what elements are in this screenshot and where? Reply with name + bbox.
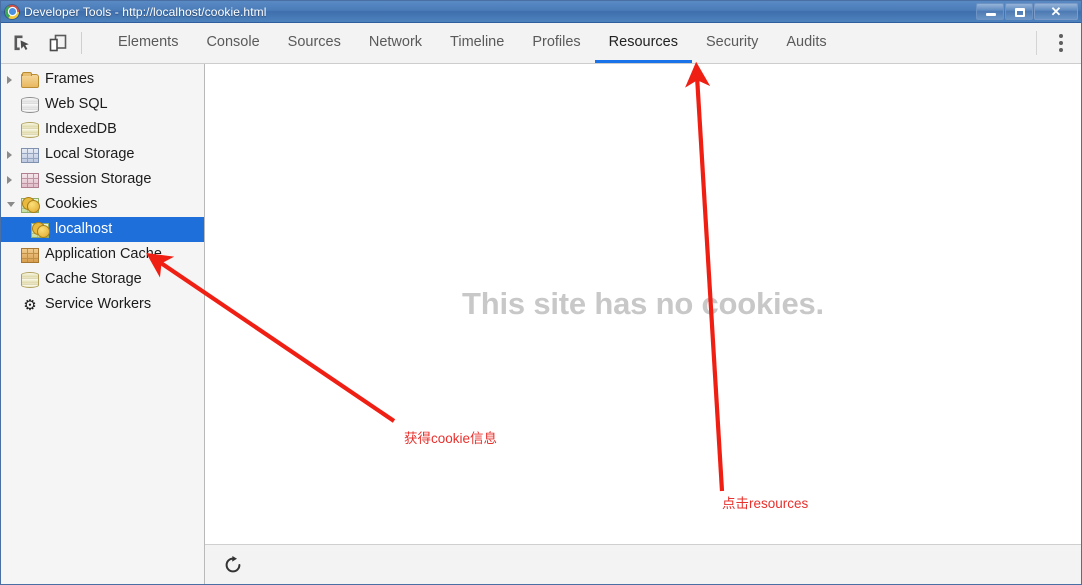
sidebar-item-label: Application Cache — [45, 246, 162, 263]
chrome-logo-icon — [5, 4, 19, 19]
inspect-element-icon — [14, 35, 29, 51]
sidebar-item-localhost[interactable]: localhost — [1, 217, 204, 242]
inspect-element-button[interactable] — [9, 30, 35, 56]
sidebar-item-application-cache[interactable]: Application Cache — [1, 242, 204, 267]
tab-audits[interactable]: Audits — [772, 23, 840, 63]
more-options-button[interactable] — [1051, 30, 1071, 56]
close-button[interactable]: ✕ — [1034, 3, 1078, 20]
toolbar-divider — [81, 32, 82, 54]
refresh-icon — [225, 555, 241, 572]
devtools-tab-strip: Elements Console Sources Network Timelin… — [1, 23, 1081, 64]
annotation-label-resources: 点击resources — [722, 496, 809, 511]
kebab-dot — [1059, 48, 1063, 52]
resource-content-panel: This site has no cookies. — [205, 64, 1081, 584]
folder-icon — [21, 71, 39, 88]
panel-status-bar — [205, 544, 1081, 584]
sidebar-item-label: Cache Storage — [45, 271, 142, 288]
empty-state-view: This site has no cookies. — [205, 64, 1081, 544]
window-controls: ✕ — [976, 3, 1078, 20]
collapse-arrow-icon[interactable] — [7, 202, 21, 207]
sidebar-item-label: Web SQL — [45, 96, 108, 113]
sidebar-item-cache-storage[interactable]: Cache Storage — [1, 267, 204, 292]
maximize-icon — [1015, 8, 1025, 17]
expand-arrow-icon[interactable] — [7, 76, 21, 84]
sidebar-item-label: Session Storage — [45, 171, 152, 188]
tab-elements[interactable]: Elements — [104, 23, 192, 63]
toggle-device-toolbar-button[interactable] — [45, 30, 71, 56]
table-pink-icon — [21, 173, 39, 188]
sidebar-item-label: Cookies — [45, 196, 98, 213]
close-icon: ✕ — [1050, 4, 1062, 19]
tab-security[interactable]: Security — [692, 23, 772, 63]
tab-list: Elements Console Sources Network Timelin… — [104, 23, 1036, 63]
tab-profiles[interactable]: Profiles — [518, 23, 594, 63]
minimize-icon — [986, 13, 996, 16]
kebab-dot — [1059, 41, 1063, 45]
empty-state-message: This site has no cookies. — [462, 286, 824, 321]
resource-tree-sidebar: Frames Web SQL IndexedDB Local Storage S… — [1, 64, 205, 584]
tab-timeline[interactable]: Timeline — [436, 23, 518, 63]
tab-console[interactable]: Console — [192, 23, 273, 63]
title-bar: Developer Tools - http://localhost/cooki… — [1, 1, 1081, 23]
annotation-label-cookie: 获得cookie信息 — [404, 431, 498, 446]
table-blue-icon — [21, 148, 39, 163]
sidebar-item-service-workers[interactable]: ⚙ Service Workers — [1, 292, 204, 317]
tool-icon-group — [9, 23, 104, 63]
sidebar-item-frames[interactable]: Frames — [1, 67, 204, 92]
sidebar-item-session-storage[interactable]: Session Storage — [1, 167, 204, 192]
menu-area — [1036, 23, 1081, 63]
sidebar-item-cookies[interactable]: Cookies — [1, 192, 204, 217]
maximize-button[interactable] — [1005, 3, 1033, 20]
tab-sources[interactable]: Sources — [274, 23, 355, 63]
table-orange-icon — [21, 248, 39, 263]
sidebar-item-label: localhost — [55, 221, 113, 238]
sidebar-item-web-sql[interactable]: Web SQL — [1, 92, 204, 117]
sidebar-item-label: IndexedDB — [45, 121, 117, 138]
sidebar-item-local-storage[interactable]: Local Storage — [1, 142, 204, 167]
sidebar-item-label: Local Storage — [45, 146, 135, 163]
database-icon — [21, 97, 39, 113]
expand-arrow-icon[interactable] — [7, 176, 21, 184]
database-gold-icon — [21, 272, 39, 288]
menu-divider — [1036, 31, 1037, 55]
cookie-icon — [21, 198, 40, 213]
kebab-dot — [1059, 34, 1063, 38]
sidebar-item-indexeddb[interactable]: IndexedDB — [1, 117, 204, 142]
gear-icon: ⚙ — [23, 296, 37, 314]
tab-resources[interactable]: Resources — [594, 23, 692, 63]
minimize-button[interactable] — [976, 3, 1004, 20]
database-gold-icon — [21, 122, 39, 138]
tab-network[interactable]: Network — [355, 23, 436, 63]
refresh-button[interactable] — [221, 553, 245, 577]
expand-arrow-icon[interactable] — [7, 151, 21, 159]
toggle-device-toolbar-icon — [49, 34, 67, 52]
devtools-window: Developer Tools - http://localhost/cooki… — [0, 0, 1082, 585]
cookie-icon — [31, 223, 50, 238]
devtools-body: Frames Web SQL IndexedDB Local Storage S… — [1, 64, 1081, 584]
sidebar-item-label: Frames — [45, 71, 95, 88]
window-title: Developer Tools - http://localhost/cooki… — [24, 4, 267, 19]
sidebar-item-label: Service Workers — [45, 296, 152, 313]
